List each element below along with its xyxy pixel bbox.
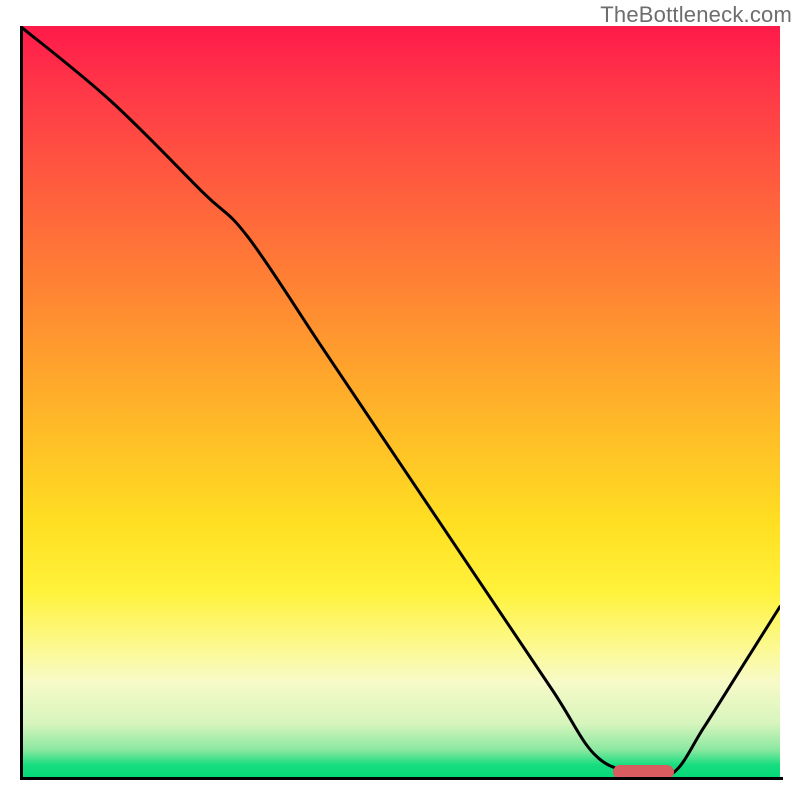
plot-area	[20, 26, 780, 780]
bottleneck-chart: TheBottleneck.com	[0, 0, 800, 800]
watermark-text: TheBottleneck.com	[600, 2, 792, 28]
bottleneck-curve	[20, 26, 780, 780]
y-axis	[20, 26, 23, 780]
curve-path	[20, 26, 780, 777]
x-axis	[20, 777, 783, 780]
